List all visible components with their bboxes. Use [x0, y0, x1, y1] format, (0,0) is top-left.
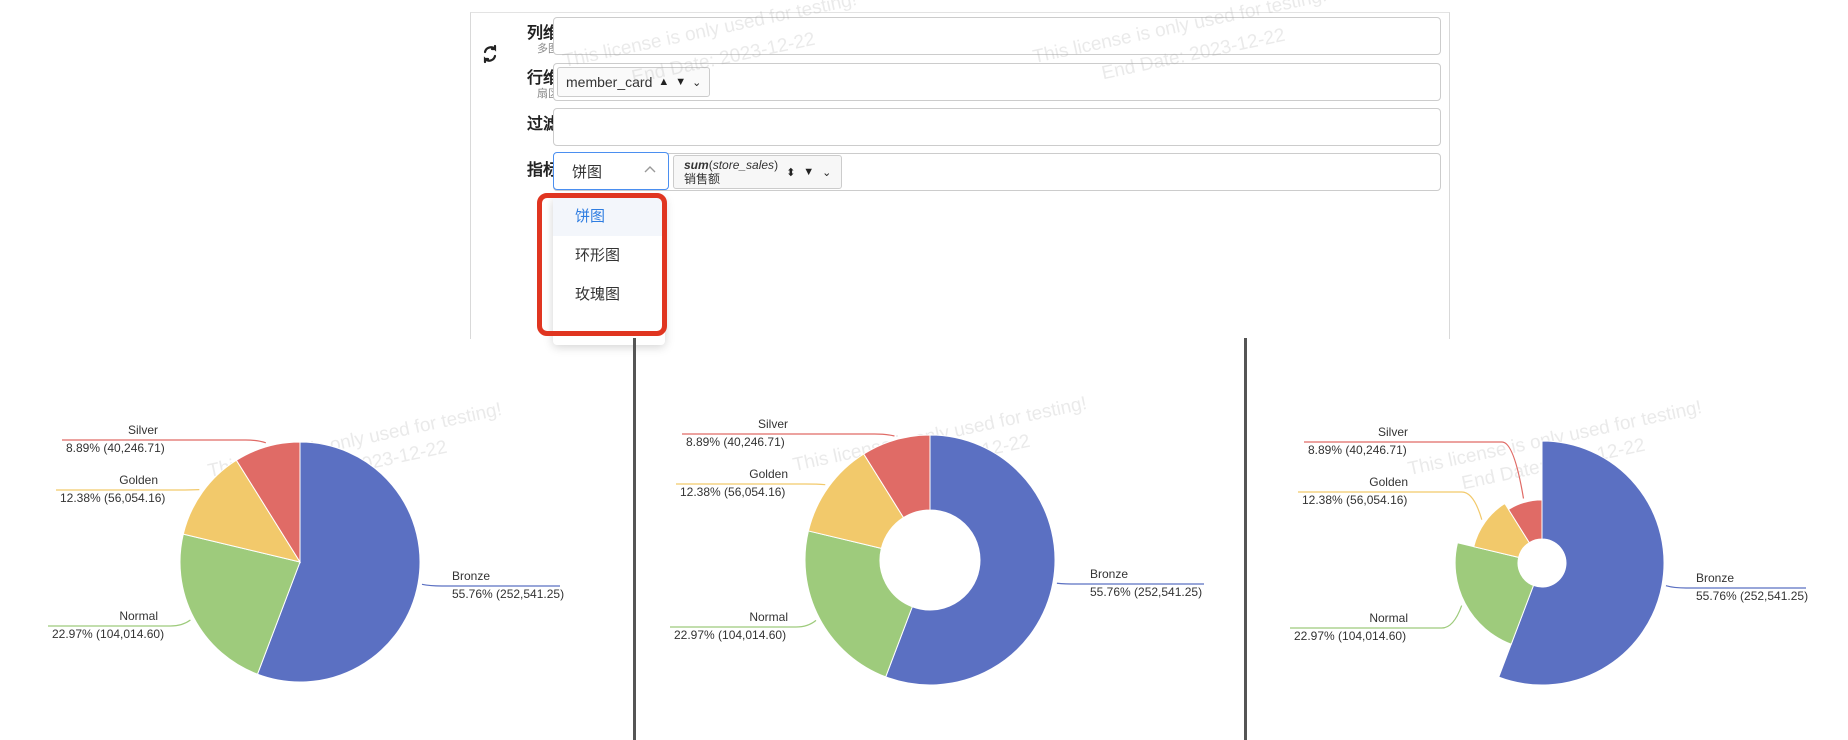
- slice-value-label: 55.76% (252,541.25): [1696, 589, 1808, 603]
- filter-drop-zone[interactable]: [553, 108, 1441, 146]
- pie-slice-bronze[interactable]: [1498, 440, 1665, 686]
- rows-drop-zone[interactable]: member_card ▲ ▼ ⌄: [553, 63, 1441, 101]
- sort-icon[interactable]: ⬍: [786, 166, 795, 179]
- field-tag-label: member_card: [566, 74, 653, 90]
- option-pie[interactable]: 饼图: [553, 197, 665, 236]
- slice-value-label: 22.97% (104,014.60): [52, 627, 164, 641]
- row-label-filter: 过滤: [509, 116, 559, 134]
- slice-name-label: Golden: [119, 473, 158, 487]
- slice-name-label: Silver: [758, 417, 788, 431]
- filter-icon[interactable]: ▼: [803, 166, 814, 178]
- label-columns: 列维: [526, 25, 559, 42]
- slice-value-label: 22.97% (104,014.60): [1294, 629, 1406, 643]
- slice-name-label: Normal: [119, 609, 158, 623]
- columns-drop-zone[interactable]: [553, 17, 1441, 55]
- sublabel-columns: 多图: [537, 43, 559, 55]
- slice-name-label: Normal: [749, 610, 788, 624]
- metric-field-tag[interactable]: sum(store_sales) 销售额 ⬍ ▼ ⌄: [673, 155, 843, 189]
- pie-charts-area: Bronze 55.76% (252,541.25) Normal 22.97% (1…: [48, 417, 1808, 686]
- chart-type-dropdown: 饼图 环形图 玫瑰图: [553, 197, 665, 345]
- slice-name-label: Silver: [128, 423, 158, 437]
- sort-up-icon[interactable]: ▲: [658, 76, 669, 88]
- slice-name-label: Bronze: [452, 569, 490, 583]
- slice-name-label: Bronze: [1696, 571, 1734, 585]
- label-line-bronze: [1056, 582, 1204, 585]
- row-label-rows: 行维 扇区: [509, 70, 559, 101]
- slice-value-label: 8.89% (40,246.71): [66, 441, 165, 455]
- slice-name-label: Silver: [1378, 425, 1408, 439]
- chart-type-select[interactable]: 饼图: [553, 152, 669, 190]
- option-donut[interactable]: 环形图: [553, 236, 665, 275]
- row-label-columns: 列维 多图: [509, 25, 559, 56]
- filter-icon[interactable]: ▼: [675, 76, 686, 88]
- slice-value-label: 8.89% (40,246.71): [686, 435, 785, 449]
- member-card-field-tag[interactable]: member_card ▲ ▼ ⌄: [557, 67, 711, 97]
- label-line-bronze: [421, 583, 560, 587]
- chevron-down-icon[interactable]: ⌄: [822, 166, 831, 179]
- slice-name-label: Bronze: [1090, 567, 1128, 581]
- slice-value-label: 8.89% (40,246.71): [1308, 443, 1407, 457]
- chart-type-selected: 饼图: [572, 163, 603, 181]
- slice-value-label: 22.97% (104,014.60): [674, 628, 786, 642]
- label-line-bronze: [1665, 585, 1806, 589]
- chart-divider: [1244, 338, 1247, 740]
- metric-alias: 销售额: [684, 172, 721, 186]
- slice-name-label: Golden: [1369, 475, 1408, 489]
- option-rose[interactable]: 玫瑰图: [553, 275, 665, 314]
- chart-divider: [633, 338, 636, 740]
- metric-function: sum: [684, 158, 709, 172]
- sublabel-rows: 扇区: [537, 88, 559, 100]
- metric-field-name: store_sales: [712, 158, 775, 172]
- chevron-up-icon: [644, 166, 656, 173]
- chart-config-panel: 列维 多图 行维 扇区 member_card ▲ ▼ ⌄ 过滤 指标 饼图 s…: [470, 12, 1450, 345]
- slice-value-label: 12.38% (56,054.16): [680, 485, 785, 499]
- slice-value-label: 12.38% (56,054.16): [1302, 493, 1407, 507]
- slice-value-label: 12.38% (56,054.16): [60, 491, 165, 505]
- swap-axes-icon[interactable]: [481, 43, 499, 65]
- slice-name-label: Golden: [749, 467, 788, 481]
- slice-name-label: Normal: [1369, 611, 1408, 625]
- row-label-metrics: 指标: [509, 162, 559, 180]
- slice-value-label: 55.76% (252,541.25): [452, 587, 564, 601]
- label-metrics: 指标: [526, 162, 559, 179]
- chevron-down-icon[interactable]: ⌄: [692, 76, 701, 89]
- label-rows: 行维: [526, 70, 559, 87]
- label-line-normal: [670, 619, 817, 628]
- label-filter: 过滤: [526, 116, 559, 133]
- slice-value-label: 55.76% (252,541.25): [1090, 585, 1202, 599]
